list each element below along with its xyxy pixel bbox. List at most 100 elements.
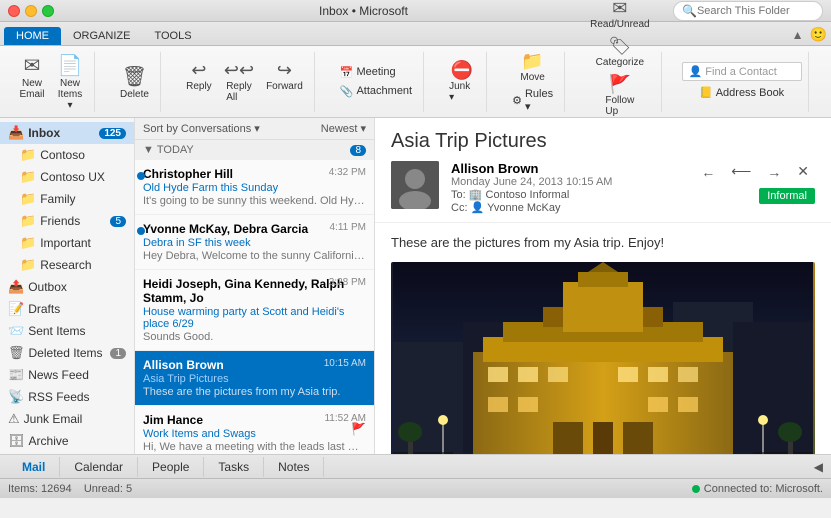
new-items-button[interactable]: 📄 NewItems ▾ <box>52 50 88 114</box>
nav-prev-button[interactable]: ← <box>695 162 721 182</box>
sidebar-item-archive[interactable]: 🗄 Archive <box>0 430 134 452</box>
asia-trip-image <box>391 262 815 454</box>
email-item-1[interactable]: Christopher Hill Old Hyde Farm this Sund… <box>135 160 374 215</box>
sidebar-item-online-archive[interactable]: ☁ Online Archive <box>0 452 134 454</box>
sidebar-rss-label: RSS Feeds <box>28 390 89 404</box>
research-icon: 📁 <box>20 257 36 273</box>
date-group-today: ▼ TODAY 8 <box>135 140 374 160</box>
minimize-button[interactable] <box>25 5 37 17</box>
status-items-count: Items: 12694 Unread: 5 <box>8 483 132 495</box>
news-feed-icon: 📰 <box>8 367 24 383</box>
cc-icon: 👤 <box>471 202 488 214</box>
maximize-button[interactable] <box>42 5 54 17</box>
sidebar-family-label: Family <box>40 192 75 206</box>
delete-icon: 🗑 <box>122 64 147 89</box>
email-item-4[interactable]: Allison Brown Asia Trip Pictures These a… <box>135 351 374 406</box>
email-item-5[interactable]: Jim Hance Work Items and Swags Hi, We ha… <box>135 406 374 454</box>
address-book-icon: 📒 <box>699 86 713 99</box>
date-group-label: TODAY <box>157 144 194 156</box>
sidebar-item-family[interactable]: 📁 Family <box>0 188 134 210</box>
smiley-icon[interactable]: 🙂 <box>810 26 827 43</box>
email-from: Allison Brown <box>451 161 683 176</box>
meeting-button[interactable]: 📅 Meeting <box>335 64 417 81</box>
sidebar-item-important[interactable]: 📁 Important <box>0 232 134 254</box>
order-control[interactable]: Newest ▾ <box>321 122 366 135</box>
expand-nav-button[interactable]: ◀ <box>814 460 823 474</box>
ribbon-group-delete: 🗑 Delete <box>109 52 161 112</box>
outbox-icon: 📤 <box>8 279 24 295</box>
email-preview: These are the pictures from my Asia trip… <box>143 386 366 398</box>
nav-item-mail[interactable]: Mail <box>8 457 60 477</box>
title-search[interactable]: 🔍 <box>673 1 823 21</box>
sidebar-item-outbox[interactable]: 📤 Outbox <box>0 276 134 298</box>
read-unread-button[interactable]: ✉ Read/Unread <box>585 0 654 33</box>
email-item-3[interactable]: Heidi Joseph, Gina Kennedy, Ralph Stamm,… <box>135 270 374 351</box>
ribbon-collapse-icon[interactable]: ▲ <box>792 28 804 42</box>
nav-item-notes[interactable]: Notes <box>264 457 324 477</box>
to-label: To: <box>451 189 466 201</box>
nav-close-button[interactable]: ✕ <box>791 161 815 182</box>
sidebar-contoso-ux-label: Contoso UX <box>40 170 105 184</box>
follow-up-button[interactable]: 🚩 FollowUp <box>600 71 639 120</box>
email-title: Asia Trip Pictures <box>375 118 831 157</box>
sidebar-item-contoso-ux[interactable]: 📁 Contoso UX <box>0 166 134 188</box>
title-bar: Inbox • Microsoft 🔍 <box>0 0 831 22</box>
forward-button[interactable]: ↪ Forward <box>261 57 308 106</box>
nav-prev-prev-button[interactable]: ⟵ <box>725 161 757 182</box>
nav-item-calendar[interactable]: Calendar <box>60 457 138 477</box>
ribbon-tabs: HOME ORGANIZE TOOLS ▲ 🙂 <box>0 22 831 46</box>
sidebar-item-sent[interactable]: 📨 Sent Items <box>0 320 134 342</box>
sidebar-news-feed-label: News Feed <box>28 368 89 382</box>
sidebar-item-rss[interactable]: 📡 RSS Feeds <box>0 386 134 408</box>
nav-item-tasks[interactable]: Tasks <box>204 457 264 477</box>
sidebar-item-inbox[interactable]: 📥 Inbox 125 <box>0 122 134 144</box>
email-cc: Cc: 👤 Yvonne McKay <box>451 201 683 214</box>
tab-tools[interactable]: TOOLS <box>142 27 203 45</box>
sort-control[interactable]: Sort by Conversations ▾ <box>143 122 260 135</box>
reply-button[interactable]: ↩ Reply <box>181 57 217 106</box>
sidebar-item-friends[interactable]: 📁 Friends 5 <box>0 210 134 232</box>
email-list: Sort by Conversations ▾ Newest ▾ ▼ TODAY… <box>135 118 375 454</box>
email-list-header: Sort by Conversations ▾ Newest ▾ <box>135 118 374 140</box>
nav-next-button[interactable]: → <box>761 162 787 182</box>
sidebar-sent-label: Sent Items <box>28 324 85 338</box>
tab-organize[interactable]: ORGANIZE <box>61 27 142 45</box>
sidebar-item-news-feed[interactable]: 📰 News Feed <box>0 364 134 386</box>
status-indicator <box>692 485 700 493</box>
unread-indicator <box>137 227 145 235</box>
sidebar-item-research[interactable]: 📁 Research <box>0 254 134 276</box>
email-subject: Asia Trip Pictures <box>143 373 366 385</box>
rules-button[interactable]: ⚙ Rules ▾ <box>507 86 558 115</box>
email-time: 10:15 AM <box>324 358 366 369</box>
window-controls[interactable] <box>8 5 54 17</box>
ribbon-group-find: 👤 Find a Contact 📒 Address Book <box>676 52 809 112</box>
avatar-image <box>391 161 439 209</box>
new-email-button[interactable]: ✉ NewEmail <box>14 50 50 114</box>
sidebar-item-junk[interactable]: ⚠ Junk Email <box>0 408 134 430</box>
address-book-button[interactable]: 📒 Address Book <box>694 84 789 101</box>
categorize-button[interactable]: 🏷 Categorize <box>591 33 649 71</box>
email-category-tag: Informal <box>759 188 815 204</box>
sidebar-item-contoso[interactable]: 📁 Contoso <box>0 144 134 166</box>
sender-avatar <box>391 161 439 209</box>
junk-button[interactable]: ⛔ Junk ▾ <box>444 57 480 106</box>
friends-badge: 5 <box>110 216 126 227</box>
search-input[interactable] <box>697 5 817 17</box>
contoso-ux-icon: 📁 <box>20 169 36 185</box>
tab-home[interactable]: HOME <box>4 27 61 45</box>
rules-icon: ⚙ <box>512 94 522 107</box>
delete-button[interactable]: 🗑 Delete <box>115 61 154 103</box>
attachment-button[interactable]: 📎 Attachment <box>335 83 417 100</box>
move-button[interactable]: 📁 Move <box>515 48 551 86</box>
rss-icon: 📡 <box>8 389 24 405</box>
nav-item-people[interactable]: People <box>138 457 204 477</box>
connected-label: Connected to: Microsoft. <box>704 483 823 495</box>
to-icon: 🏢 <box>469 189 486 201</box>
sidebar-item-deleted[interactable]: 🗑 Deleted Items 1 <box>0 342 134 364</box>
reply-all-button[interactable]: ↩↩ ReplyAll <box>219 57 259 106</box>
sidebar-item-drafts[interactable]: 📝 Drafts <box>0 298 134 320</box>
email-subject: Old Hyde Farm this Sunday <box>143 182 366 194</box>
find-contact-input[interactable]: 👤 Find a Contact <box>682 62 802 81</box>
email-item-2[interactable]: Yvonne McKay, Debra Garcia Debra in SF t… <box>135 215 374 270</box>
close-button[interactable] <box>8 5 20 17</box>
